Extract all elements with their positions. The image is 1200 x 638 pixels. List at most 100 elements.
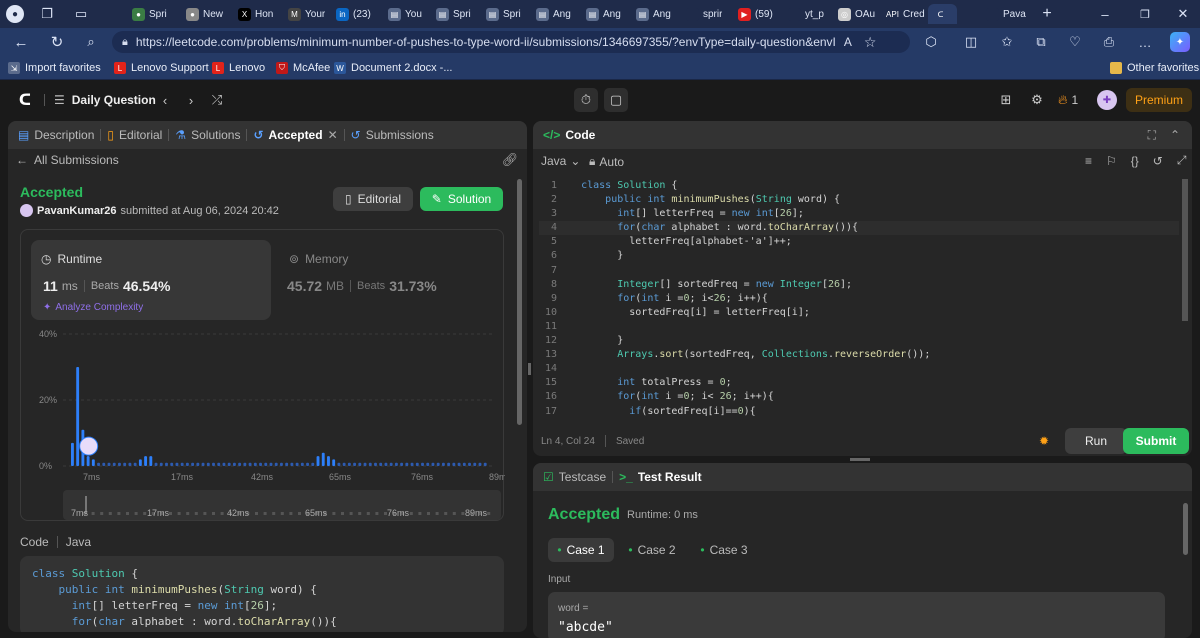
split-screen-icon[interactable]: ◫: [962, 33, 980, 51]
more-menu-icon[interactable]: …: [1136, 33, 1154, 51]
prev-problem-icon[interactable]: ‹: [156, 91, 174, 109]
favorite-item[interactable]: W Document 2.docx -...: [334, 59, 453, 77]
tab-submissions[interactable]: ↺ Submissions: [345, 128, 440, 142]
favorite-item[interactable]: L Lenovo Support: [114, 59, 209, 77]
braces-icon[interactable]: {}: [1131, 154, 1139, 168]
case-2-tab[interactable]: • Case 2: [621, 538, 683, 562]
tab-description[interactable]: ▤ Description: [12, 128, 100, 142]
browser-tab[interactable]: ● New: [186, 4, 223, 24]
screenshot-icon[interactable]: ⎙: [1100, 33, 1118, 51]
settings-gear-icon[interactable]: ⚙︎: [1028, 91, 1046, 109]
browser-tab[interactable]: ▤ You: [388, 4, 422, 24]
browser-tab[interactable]: ᑕ: [928, 4, 957, 24]
autocomplete-mode[interactable]: 🔒︎ Auto: [589, 154, 624, 169]
browser-tab[interactable]: X Hon: [238, 4, 273, 24]
restore-icon[interactable]: ❐: [1136, 5, 1154, 23]
browser-tab[interactable]: M Your: [288, 4, 325, 24]
back-arrow-icon[interactable]: ←: [12, 33, 30, 51]
leetcode-logo-icon[interactable]: ᑕ: [16, 91, 34, 109]
chart-bar: [295, 462, 299, 466]
bookmark-icon[interactable]: ⚐: [1106, 154, 1117, 168]
memory-box[interactable]: ⊚ Memory 45.72 MB Beats 31.73%: [279, 240, 499, 320]
browser-tab[interactable]: ▤ Spri: [486, 4, 521, 24]
minimize-icon[interactable]: –: [1096, 5, 1114, 23]
analyze-complexity-link[interactable]: ✦ Analyze Complexity: [43, 302, 143, 313]
reset-icon[interactable]: ↺: [1153, 154, 1163, 168]
vertical-resize-handle[interactable]: [528, 363, 531, 375]
browser-tab[interactable]: ▤ Ang: [536, 4, 571, 24]
browser-tab[interactable]: ◎ OAu: [838, 4, 875, 24]
link-icon[interactable]: 🔗︎: [502, 152, 519, 168]
tab-accepted[interactable]: ↺ Accepted ✕: [247, 128, 343, 142]
user-avatar-icon[interactable]: ✚: [1097, 90, 1117, 110]
left-panel-scrollbar[interactable]: [517, 179, 522, 425]
url-field[interactable]: 🔒︎ https://leetcode.com/problems/minimum…: [112, 31, 910, 53]
code-tab[interactable]: </> Code: [537, 128, 601, 142]
browser-tab[interactable]: ▶ (59): [738, 4, 773, 24]
favorite-item[interactable]: ⛉ McAfee: [276, 59, 330, 77]
run-button[interactable]: Run: [1065, 428, 1127, 454]
notes-icon[interactable]: ▢: [604, 88, 628, 112]
back-to-submissions[interactable]: ← All Submissions: [16, 153, 119, 167]
code-editor[interactable]: 1 class Solution {2 public int minimumPu…: [539, 179, 1179, 419]
result-scrollbar[interactable]: [1183, 503, 1188, 555]
browser-tab[interactable]: ▤ Ang: [586, 4, 621, 24]
timer-icon[interactable]: ⏱︎: [574, 88, 598, 112]
submit-button[interactable]: Submit: [1123, 428, 1189, 454]
result-tabs: ☑ Testcase >_ Test Result: [533, 463, 1192, 491]
runtime-distribution-chart[interactable]: 40% 20% 0% 7ms 17ms 42ms 65ms 76ms 89ms 7ms 17ms 42…: [21, 322, 505, 522]
browser-tab[interactable]: in (23): [336, 4, 371, 24]
browser-tab[interactable]: ● Spri: [132, 4, 167, 24]
runtime-box[interactable]: ◷ Runtime 11 ms Beats 46.54% ✦ Analyze Com…: [31, 240, 271, 320]
reader-icon[interactable]: A: [844, 35, 852, 49]
chart-bar: [400, 462, 404, 466]
streak-counter[interactable]: 🔥︎ 1: [1058, 92, 1078, 108]
premium-button[interactable]: Premium: [1126, 88, 1192, 112]
browser-tab[interactable]: sprir: [686, 4, 722, 24]
browser-tab[interactable]: Pava: [986, 4, 1026, 24]
debug-bug-icon[interactable]: ✹: [1039, 434, 1049, 448]
browser-tab[interactable]: API Cred: [886, 4, 925, 24]
tab-solutions[interactable]: ⚗︎ Solutions: [169, 128, 246, 142]
horizontal-resize-handle[interactable]: [850, 458, 870, 461]
refresh-icon[interactable]: ↻: [48, 33, 66, 51]
editor-scrollbar[interactable]: [1182, 179, 1188, 321]
tab-editorial[interactable]: ▯ Editorial: [101, 128, 168, 142]
other-favorites[interactable]: Other favorites: [1110, 59, 1199, 77]
collapse-icon[interactable]: ⌃: [1170, 128, 1180, 142]
layout-grid-icon[interactable]: ⊞: [997, 91, 1015, 109]
browser-tab[interactable]: yt_p: [788, 4, 824, 24]
daily-question-link[interactable]: ☰ Daily Question: [54, 93, 156, 107]
tab-testcase[interactable]: ☑ Testcase: [537, 470, 612, 484]
new-tab-icon[interactable]: +: [1038, 5, 1056, 23]
browser-essentials-icon[interactable]: ♡: [1066, 33, 1084, 51]
profile-avatar-icon[interactable]: ●: [6, 5, 24, 23]
editorial-button[interactable]: ▯ Editorial: [333, 187, 413, 211]
case-1-tab[interactable]: • Case 1: [548, 538, 614, 562]
fullscreen-icon[interactable]: ⤢: [1177, 153, 1187, 168]
language-select[interactable]: Java ⌄: [541, 154, 580, 168]
browser-tab[interactable]: ▤ Ang: [636, 4, 671, 24]
favorite-item[interactable]: L Lenovo: [212, 59, 265, 77]
favorites-icon[interactable]: ✩: [998, 33, 1016, 51]
copilot-icon[interactable]: ✦: [1170, 32, 1190, 52]
close-tab-icon[interactable]: ✕: [328, 128, 338, 142]
maximize-icon[interactable]: ⛶: [1148, 128, 1156, 143]
solution-button[interactable]: ✎ Solution: [420, 187, 503, 211]
format-icon[interactable]: ≡: [1085, 154, 1092, 168]
username[interactable]: PavanKumar26: [37, 205, 117, 217]
favorite-star-icon[interactable]: ☆: [864, 34, 877, 51]
dot-icon: •: [628, 543, 633, 557]
extensions-icon[interactable]: ⬡: [922, 33, 940, 51]
favorite-item[interactable]: ⇲ Import favorites: [8, 59, 101, 77]
workspaces-icon[interactable]: ❐: [38, 5, 56, 23]
shuffle-icon[interactable]: ⤮: [208, 91, 226, 109]
tab-test-result[interactable]: >_ Test Result: [613, 470, 707, 484]
next-problem-icon[interactable]: ›: [182, 91, 200, 109]
collections-icon[interactable]: ⧉: [1032, 33, 1050, 51]
tab-actions-icon[interactable]: ▭: [72, 5, 90, 23]
search-icon[interactable]: ⌕: [82, 33, 100, 51]
browser-tab[interactable]: ▤ Spri: [436, 4, 471, 24]
case-3-tab[interactable]: • Case 3: [693, 538, 755, 562]
close-window-icon[interactable]: ✕: [1174, 5, 1192, 23]
